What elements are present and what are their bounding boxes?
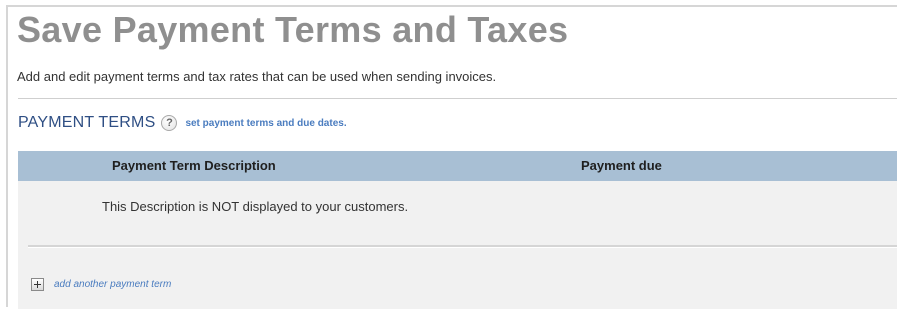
table-divider — [28, 245, 897, 248]
page-title: Save Payment Terms and Taxes — [17, 9, 569, 50]
add-payment-term-link[interactable]: add another payment term — [54, 279, 171, 290]
payment-terms-title: PAYMENT TERMS — [18, 114, 156, 131]
section-divider — [18, 98, 897, 99]
add-payment-term-button[interactable]: add another payment term — [31, 278, 171, 291]
payment-terms-table-header: Payment Term Description Payment due — [18, 151, 897, 181]
help-icon[interactable]: ? — [161, 115, 178, 131]
payment-terms-header: PAYMENT TERMS ? set payment terms and du… — [18, 114, 347, 132]
description-note: This Description is NOT displayed to you… — [102, 199, 409, 214]
content-frame: Save Payment Terms and Taxes Add and edi… — [6, 5, 897, 309]
payment-terms-table-body: This Description is NOT displayed to you… — [18, 181, 897, 309]
column-header-description: Payment Term Description — [112, 158, 276, 173]
page-subtitle: Add and edit payment terms and tax rates… — [17, 69, 497, 84]
set-payment-terms-link[interactable]: set payment terms and due dates. — [185, 118, 346, 129]
plus-icon[interactable] — [31, 278, 44, 291]
column-header-payment-due: Payment due — [581, 158, 662, 173]
